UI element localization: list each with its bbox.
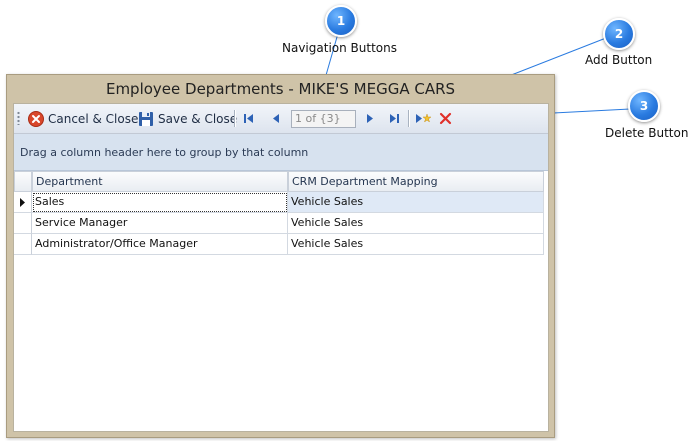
- column-header-department[interactable]: Department: [32, 171, 288, 192]
- group-by-hint: Drag a column header here to group by th…: [20, 146, 309, 159]
- callout-label-add: Add Button: [585, 53, 653, 67]
- table-row[interactable]: Service Manager Vehicle Sales: [14, 213, 548, 234]
- add-record-icon[interactable]: [415, 112, 431, 125]
- table-row[interactable]: Sales Vehicle Sales: [14, 192, 548, 213]
- cell-crm-mapping[interactable]: Vehicle Sales: [288, 192, 544, 213]
- current-row-arrow-icon: [20, 198, 25, 207]
- toolbar-grip[interactable]: [17, 111, 20, 125]
- save-icon: [139, 111, 153, 126]
- previous-record-icon[interactable]: [269, 112, 282, 125]
- cancel-close-label: Cancel & Close: [48, 111, 139, 126]
- last-record-icon[interactable]: [388, 112, 401, 125]
- toolbar-separator: [234, 110, 235, 127]
- delete-record-icon[interactable]: [439, 112, 452, 125]
- next-record-icon[interactable]: [364, 112, 377, 125]
- record-position-field[interactable]: 1 of {3}: [291, 110, 356, 128]
- window-client-area: Cancel & Close Save & Close 1 of {3} Dra…: [13, 103, 549, 432]
- cell-department[interactable]: Service Manager: [32, 213, 288, 234]
- callout-label-delete: Delete Button: [605, 126, 689, 140]
- row-indicator: [14, 234, 32, 255]
- cancel-icon: [28, 110, 44, 127]
- callout-badge-2: 2: [603, 18, 635, 50]
- row-indicator: [14, 192, 32, 213]
- cell-crm-mapping[interactable]: Vehicle Sales: [288, 213, 544, 234]
- callout-label-navigation: Navigation Buttons: [282, 41, 397, 55]
- cell-department[interactable]: Administrator/Office Manager: [32, 234, 288, 255]
- save-close-label: Save & Close: [158, 111, 238, 126]
- row-indicator: [14, 213, 32, 234]
- first-record-icon[interactable]: [242, 112, 255, 125]
- column-header-crm-mapping[interactable]: CRM Department Mapping: [288, 171, 544, 192]
- save-close-button[interactable]: Save & Close: [138, 108, 237, 129]
- window-title: Employee Departments - MIKE'S MEGGA CARS: [105, 80, 456, 98]
- group-by-panel[interactable]: Drag a column header here to group by th…: [14, 134, 548, 171]
- cell-crm-mapping[interactable]: Vehicle Sales: [288, 234, 544, 255]
- callout-badge-1: 1: [325, 5, 357, 37]
- table-row[interactable]: Administrator/Office Manager Vehicle Sal…: [14, 234, 548, 255]
- cell-department[interactable]: Sales: [32, 192, 288, 213]
- callout-badge-3: 3: [628, 90, 660, 122]
- toolbar-separator: [408, 110, 409, 127]
- toolbar: Cancel & Close Save & Close 1 of {3}: [14, 104, 548, 134]
- row-indicator-header: [14, 171, 32, 192]
- cancel-close-button[interactable]: Cancel & Close: [28, 108, 138, 129]
- employee-departments-window: Employee Departments - MIKE'S MEGGA CARS…: [6, 74, 555, 438]
